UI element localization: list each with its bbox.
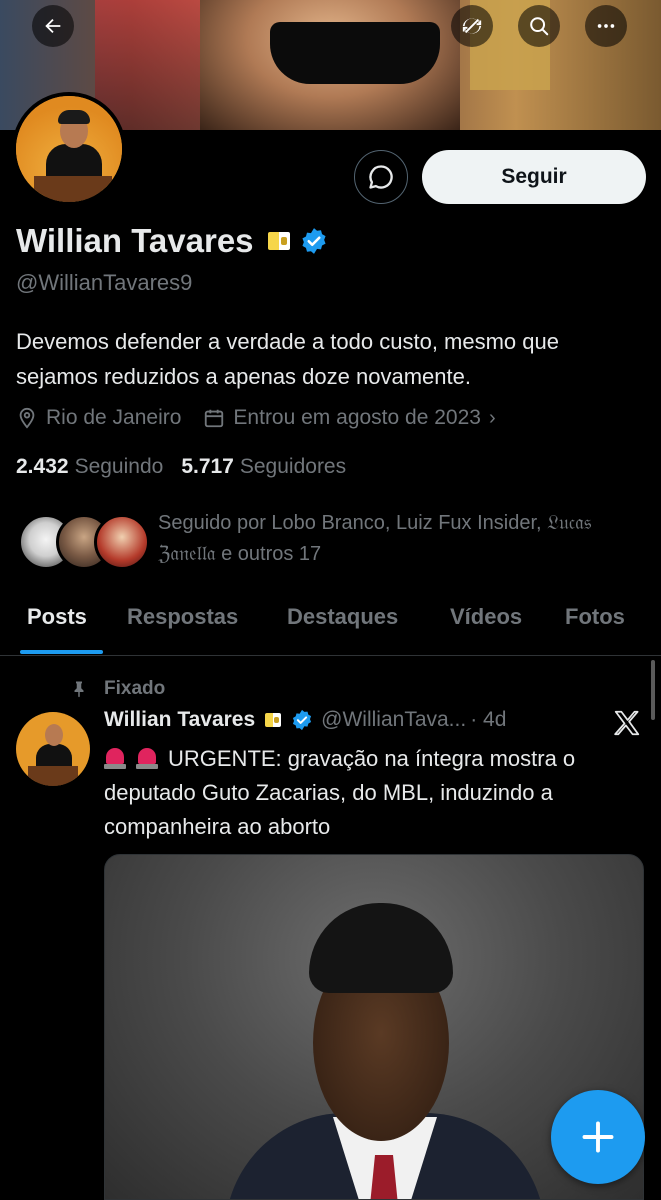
search-button[interactable] <box>518 5 560 47</box>
pinned-label: Fixado <box>70 678 165 700</box>
post-timestamp[interactable]: · 4d <box>470 708 506 732</box>
post-author-handle[interactable]: @WillianTava... <box>321 708 466 732</box>
pin-icon <box>74 681 84 698</box>
follow-button[interactable]: Seguir <box>422 150 646 204</box>
vatican-flag-icon <box>265 713 282 727</box>
message-button[interactable] <box>354 150 408 204</box>
followed-by-avatars[interactable] <box>18 514 150 570</box>
following-count: 2.432 <box>16 455 69 478</box>
followers-count: 5.717 <box>181 455 234 478</box>
profile-handle: @WillianTavares9 <box>16 270 193 295</box>
verified-badge-icon <box>293 709 312 731</box>
joined-text: Entrou em agosto de 2023 <box>233 406 481 429</box>
tab-posts[interactable]: Posts <box>27 604 87 630</box>
calendar-icon <box>205 409 224 428</box>
tab-photos[interactable]: Fotos <box>565 604 625 630</box>
tab-replies[interactable]: Respostas <box>127 604 238 630</box>
compose-button[interactable] <box>551 1090 645 1184</box>
avatar-hair <box>58 110 90 124</box>
profile-meta: Rio de Janeiro Entrou em agosto de 2023 … <box>16 406 496 430</box>
siren-icon <box>104 746 126 770</box>
tab-highlights[interactable]: Destaques <box>287 604 398 630</box>
avatar-podium <box>28 766 78 786</box>
post-author-avatar[interactable] <box>16 712 90 786</box>
chevron-right-icon: › <box>488 406 496 429</box>
location-text: Rio de Janeiro <box>46 406 182 429</box>
post-author-name[interactable]: Willian Tavares <box>104 708 255 732</box>
location-item: Rio de Janeiro <box>16 406 181 430</box>
followed-by-text[interactable]: Seguido por Lobo Branco, Luiz Fux Inside… <box>158 508 648 570</box>
verified-badge-icon[interactable] <box>300 227 328 255</box>
back-button[interactable] <box>32 5 74 47</box>
refresh-button[interactable] <box>451 5 493 47</box>
profile-tabs: Posts Respostas Destaques Vídeos Fotos <box>0 598 661 656</box>
following-label: Seguindo <box>74 455 164 478</box>
following-link[interactable]: 2.432 Seguindo <box>16 455 163 479</box>
post-text: URGENTE: gravação na íntegra mostra o de… <box>104 742 654 844</box>
followers-link[interactable]: 5.717 Seguidores <box>181 455 346 479</box>
profile-avatar[interactable] <box>12 92 126 206</box>
joined-item[interactable]: Entrou em agosto de 2023 › <box>203 406 496 430</box>
avatar <box>94 514 150 570</box>
pinned-text: Fixado <box>104 678 166 699</box>
profile-name-row: Willian Tavares <box>16 222 328 260</box>
followers-label: Seguidores <box>239 455 347 478</box>
siren-icon <box>136 746 158 770</box>
profile-name: Willian Tavares <box>16 222 254 259</box>
post-header: Willian Tavares @WillianTava... · 4d <box>104 708 614 732</box>
post-body: URGENTE: gravação na íntegra mostra o de… <box>104 746 576 839</box>
follow-counts: 2.432 Seguindo 5.717 Seguidores <box>16 455 346 479</box>
message-icon <box>369 165 393 189</box>
scrollbar[interactable] <box>651 660 655 720</box>
active-tab-indicator <box>20 650 103 654</box>
x-logo-icon[interactable] <box>612 708 642 738</box>
more-icon <box>597 24 615 28</box>
more-button[interactable] <box>585 5 627 47</box>
location-icon <box>19 407 35 429</box>
banner-sunglasses <box>270 22 440 84</box>
profile-bio: Devemos defender a verdade a todo custo,… <box>16 329 559 389</box>
plus-icon <box>582 1121 614 1153</box>
avatar-podium <box>34 176 112 202</box>
vatican-flag-icon <box>267 232 290 250</box>
search-icon <box>530 17 549 36</box>
image-hair <box>309 903 453 993</box>
refresh-icon <box>462 18 482 34</box>
tab-videos[interactable]: Vídeos <box>450 604 522 630</box>
arrow-left-icon <box>45 18 61 34</box>
avatar-head <box>45 724 63 746</box>
